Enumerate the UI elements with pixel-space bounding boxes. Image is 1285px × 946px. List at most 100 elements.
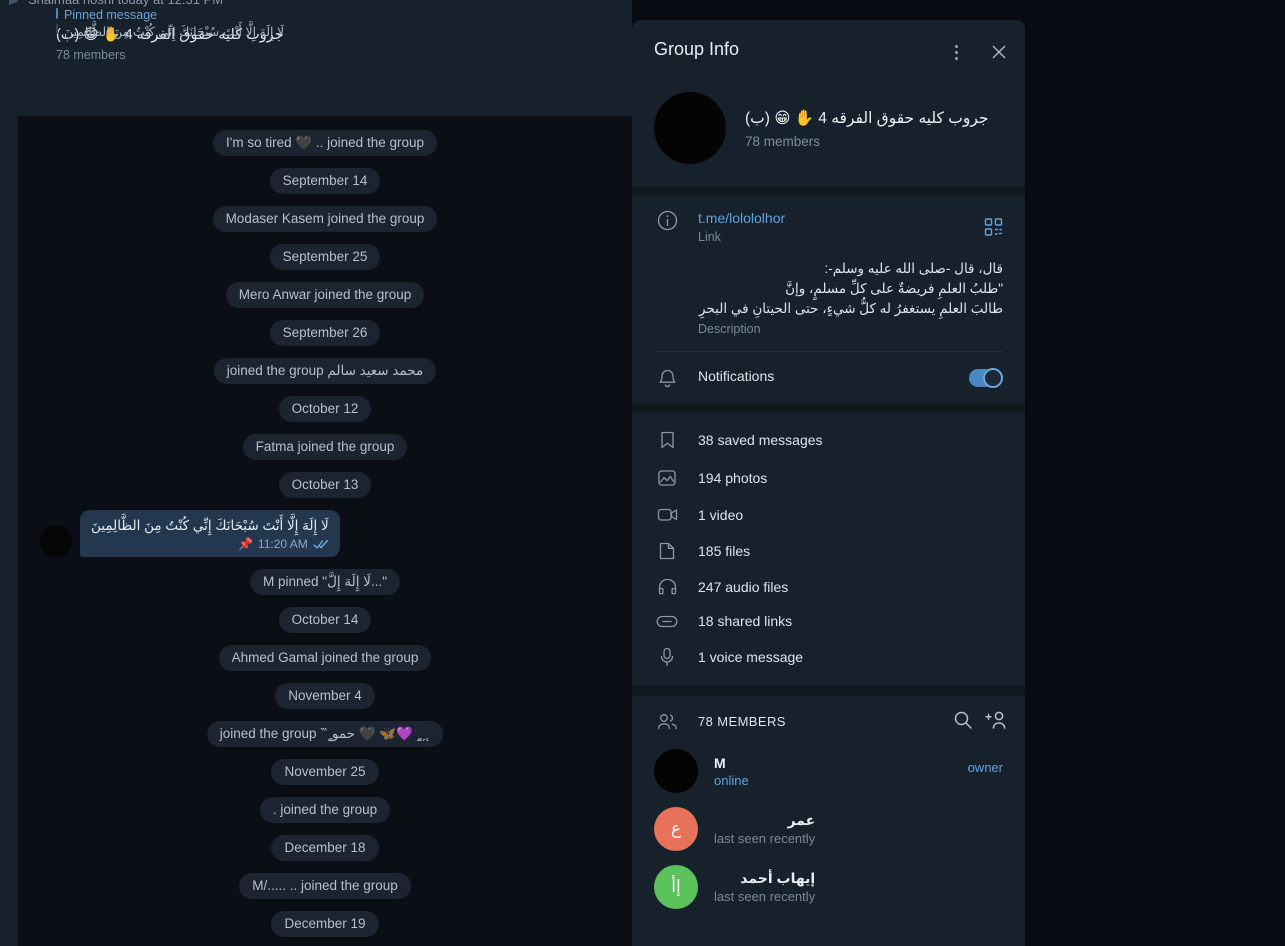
service-message-row: Mero Anwar joined the group <box>18 282 632 308</box>
message-list[interactable]: I'm so tired 🖤 .. joined the group Septem… <box>18 130 632 946</box>
media-label: 18 shared links <box>698 613 793 629</box>
service-message-row: September 25 <box>18 244 632 270</box>
service-message: I'm so tired 🖤 .. joined the group <box>213 130 437 156</box>
media-row[interactable]: 38 saved messages <box>632 421 1025 459</box>
shared-media-list: 38 saved messages 194 photos 1 video 185 fi… <box>632 413 1025 686</box>
pinned-icon: 📌 <box>237 537 253 551</box>
group-link-label: Link <box>698 230 721 244</box>
group-description-row: قال، قال -صلى الله عليه وسلم-: "طلبُ العل… <box>632 257 1025 349</box>
forward-arrow-icon <box>8 0 22 7</box>
service-message: October 14 <box>278 607 372 633</box>
avatar[interactable]: إأ <box>654 865 698 909</box>
member-status: online <box>714 772 749 788</box>
notifications-row[interactable]: Notifications <box>632 352 1025 403</box>
service-message-row: October 13 <box>18 472 632 498</box>
media-label: 247 audio files <box>698 579 789 595</box>
pinned-marker <box>56 8 58 34</box>
avatar[interactable]: ع <box>654 807 698 851</box>
description-line: قال، قال -صلى الله عليه وسلم-: <box>824 261 1003 276</box>
qr-code-button[interactable] <box>984 217 1003 236</box>
add-member-button[interactable] <box>985 710 1007 730</box>
service-message: Mero Anwar joined the group <box>225 282 425 308</box>
media-label: 38 saved messages <box>698 432 823 448</box>
media-row[interactable]: 1 voice message <box>632 638 1025 676</box>
pinned-message-bar[interactable] <box>0 74 632 116</box>
member-name: عمر <box>787 812 816 828</box>
kebab-menu-icon <box>954 44 958 60</box>
service-message: November 4 <box>275 683 375 709</box>
member-status: last seen recently <box>714 889 816 904</box>
service-message: محمد سعيد سالم joined the group <box>213 358 437 384</box>
service-message: December 19 <box>271 911 379 937</box>
service-message-row: September 14 <box>18 168 632 194</box>
service-message: M pinned "لَا إِلَهَ إِلَّ..." <box>249 569 400 595</box>
service-message: Ahmed Gamal joined the group <box>218 645 432 671</box>
group-info-panel: Group Info جروب كليه حقوق الفرقه 4 ✋ 😁 (… <box>632 20 1025 946</box>
member-role-badge: owner <box>967 760 1003 775</box>
service-message-row: I'm so tired 🖤 .. joined the group <box>18 130 632 156</box>
service-message: September 25 <box>269 244 381 270</box>
media-row[interactable]: 185 files <box>632 532 1025 570</box>
telegram-window: Shaimaa noshi today at 12:31 PM جروب كلي… <box>0 0 1285 946</box>
headphones-icon <box>654 579 680 595</box>
service-message: M/..... .. joined the group <box>239 873 411 899</box>
panel-header: Group Info <box>632 20 1025 84</box>
media-row[interactable]: 1 video <box>632 497 1025 532</box>
avatar[interactable] <box>654 749 698 793</box>
member-status: last seen recently <box>714 831 816 846</box>
service-message-row: M pinned "لَا إِلَهَ إِلَّ..." <box>18 569 632 595</box>
service-message-row: Modaser Kasem joined the group <box>18 206 632 232</box>
info-icon <box>654 210 680 231</box>
read-receipt-icon <box>313 539 329 550</box>
more-options-button[interactable] <box>942 38 970 66</box>
media-label: 1 video <box>698 506 744 523</box>
group-link-row[interactable]: t.me/lolololhor Link <box>632 196 1025 257</box>
description-line: "طلبُ العلمِ فريضةٌ على كلِّ مسلمٍ، وإنَ… <box>785 281 1003 296</box>
message-row[interactable]: لَا إِلَهَ إِلَّا أَنْتَ سُبْحَانَكَ إِن… <box>18 510 632 557</box>
member-name: M <box>714 754 726 771</box>
left-rail <box>0 0 18 946</box>
message-avatar[interactable] <box>40 525 72 557</box>
description-line: طالبَ العلمِ يستغفرُ له كلُّ شيءٍ، حتى ا… <box>699 301 1003 316</box>
microphone-icon <box>654 647 680 667</box>
group-avatar[interactable] <box>654 92 726 164</box>
message-bubble[interactable]: لَا إِلَهَ إِلَّا أَنْتَ سُبْحَانَكَ إِن… <box>80 510 340 557</box>
member-name: إيهاب أحمد <box>740 870 816 886</box>
section-divider <box>632 186 1025 196</box>
members-header: 78 MEMBERS <box>632 696 1025 742</box>
video-icon <box>654 506 680 523</box>
member-row[interactable]: Monline owner <box>632 742 1025 800</box>
panel-title: Group Info <box>654 39 740 59</box>
photo-icon <box>654 468 680 488</box>
media-row[interactable]: 247 audio files <box>632 570 1025 604</box>
media-label: 1 voice message <box>698 649 804 665</box>
search-members-button[interactable] <box>953 710 973 730</box>
section-divider-3 <box>632 686 1025 696</box>
media-label: 185 files <box>698 543 751 559</box>
service-message-row: Fatma joined the group <box>18 434 632 460</box>
service-message: October 12 <box>278 396 372 422</box>
notifications-toggle[interactable] <box>969 367 1003 388</box>
previous-message-author: Shaimaa noshi today at 12:31 PM <box>28 0 223 7</box>
media-row[interactable]: 194 photos <box>632 459 1025 497</box>
group-link-value[interactable]: t.me/lolololhor <box>698 209 1003 228</box>
notifications-label: Notifications <box>698 368 775 384</box>
service-message-row: October 12 <box>18 396 632 422</box>
close-panel-button[interactable] <box>985 38 1013 66</box>
member-row[interactable]: إأ إيهاب أحمد last seen recently <box>632 858 1025 916</box>
close-icon <box>990 43 1008 61</box>
member-list: Monline owner ع عمر last seen recently إأ إيها… <box>632 742 1025 916</box>
link-icon <box>654 615 680 628</box>
service-message: September 26 <box>269 320 381 346</box>
member-row[interactable]: ع عمر last seen recently <box>632 800 1025 858</box>
message-time: 11:20 AM <box>257 537 308 551</box>
members-icon <box>654 713 680 730</box>
service-message-row: Ahmed Gamal joined the group <box>18 645 632 671</box>
bell-icon <box>654 368 680 388</box>
service-message: Fatma joined the group <box>242 434 408 460</box>
service-message-row: October 14 <box>18 607 632 633</box>
media-row[interactable]: 18 shared links <box>632 604 1025 638</box>
service-message: Modaser Kasem joined the group <box>212 206 438 232</box>
service-message: September 14 <box>269 168 381 194</box>
chat-column: Shaimaa noshi today at 12:31 PM جروب كلي… <box>0 0 632 946</box>
